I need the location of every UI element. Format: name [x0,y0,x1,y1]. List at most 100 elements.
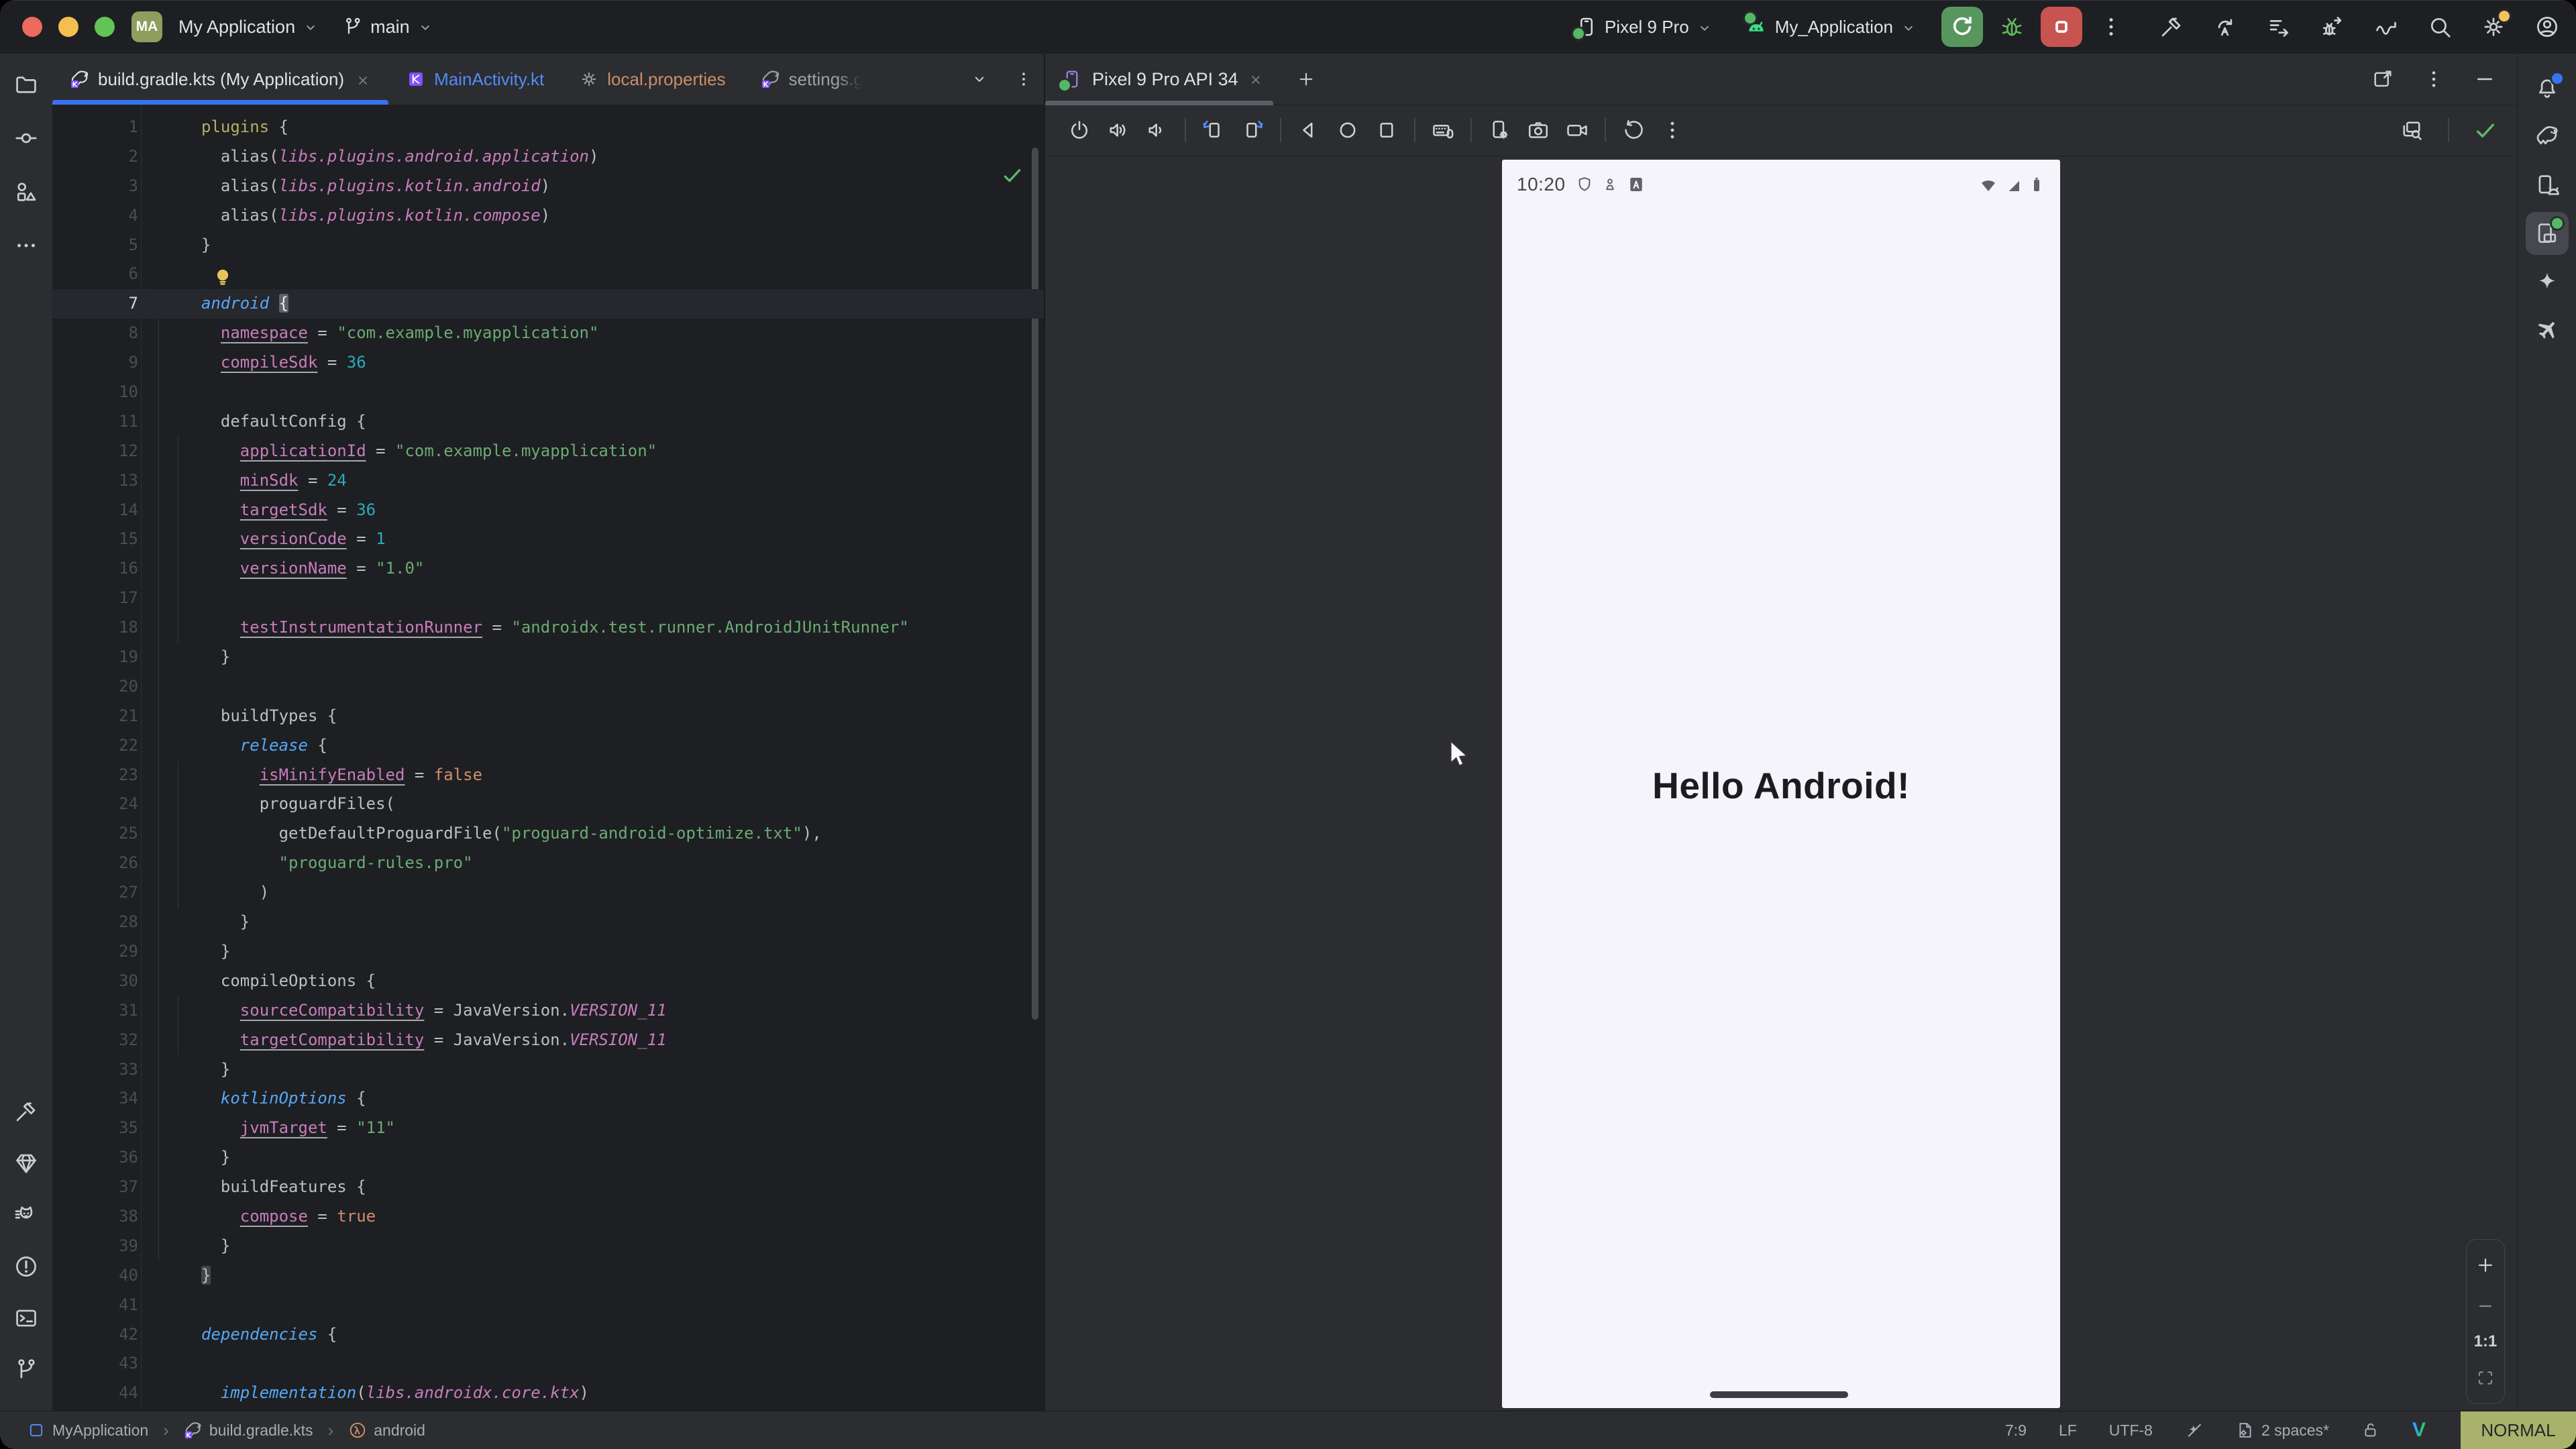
ui-check-button[interactable] [2396,114,2428,146]
tool-window-build-hammer-button[interactable] [5,1090,48,1133]
more-vert-button[interactable] [1658,115,1687,145]
add-device-tab-button[interactable] [1292,68,1320,90]
hardware-input-button[interactable] [1428,115,1458,145]
code-line[interactable]: 37 buildFeatures { [52,1173,1044,1202]
code-line[interactable]: 15 versionCode = 1 [52,525,1044,554]
code-line[interactable]: 1plugins { [52,113,1044,142]
code-line[interactable]: 19 } [52,643,1044,672]
run-configuration-selector[interactable]: My_Application [1737,9,1924,44]
profiler-button[interactable] [2369,10,2403,44]
code-line[interactable]: 38 compose = true [52,1202,1044,1232]
code-line[interactable]: 20 [52,672,1044,702]
apply-changes-button[interactable] [2208,10,2242,44]
status-ai-code-completion[interactable] [2181,1420,2208,1440]
editor-tab-MainActivity.kt[interactable]: MainActivity.kt [388,54,561,105]
volume-up-button[interactable] [1104,115,1133,145]
code-line[interactable]: 40} [52,1261,1044,1291]
branch-selector[interactable]: main [335,11,441,44]
rotate-left-button[interactable] [1199,115,1228,145]
build-hammer-button[interactable] [2155,10,2188,44]
close-device-tab-icon[interactable] [1248,69,1264,90]
status-indent-style[interactable]: 2 spaces* [2232,1420,2333,1440]
code-line[interactable]: 29 } [52,937,1044,967]
zoom-reset-button[interactable]: 1:1 [2470,1332,2502,1352]
code-line[interactable]: 25 getDefaultProguardFile("proguard-andr… [52,819,1044,849]
status-file-encoding[interactable]: UTF-8 [2105,1421,2157,1440]
code-line[interactable]: 33 } [52,1055,1044,1085]
intention-bulb[interactable] [211,262,235,292]
code-line[interactable]: 32 targetCompatibility = JavaVersion.VER… [52,1026,1044,1055]
status-read-only-toggle[interactable] [2357,1420,2384,1440]
search-button[interactable] [2423,10,2457,44]
code-line[interactable]: 43 [52,1349,1044,1379]
tool-window-terminal-button[interactable] [5,1297,48,1340]
code-line[interactable]: 27 ) [52,878,1044,908]
tool-window-version-control-button[interactable] [5,1348,48,1391]
editor-tab-build.gradle.kts[interactable]: build.gradle.kts (My Application) [52,54,388,105]
zoom-out-button[interactable] [2471,1291,2500,1321]
vim-mode-badge[interactable]: NORMAL [2461,1411,2576,1449]
account-button[interactable] [2530,10,2564,44]
code-line[interactable]: 18 testInstrumentationRunner = "androidx… [52,613,1044,643]
code-line[interactable]: 36 } [52,1143,1044,1173]
code-line[interactable]: 17 [52,584,1044,613]
apply-code-button[interactable] [2262,10,2296,44]
rerun-app-button[interactable] [1941,7,1983,47]
hide-button[interactable] [2469,64,2500,95]
editor-tab-local.properties[interactable]: local.properties [561,54,743,105]
volume-down-button[interactable] [1142,115,1172,145]
check-button[interactable] [2469,114,2502,146]
tool-window-gem-button[interactable] [5,1142,48,1185]
code-line[interactable]: 42dependencies { [52,1320,1044,1350]
editor-tab-settings.g[interactable]: settings.g [743,54,881,105]
device-settings-button[interactable] [1485,115,1514,145]
status-line-separator[interactable]: LF [2055,1421,2081,1440]
tool-window-commit-button[interactable] [5,117,48,160]
hidden-tabs-dropdown[interactable] [966,66,993,93]
code-line[interactable]: 5} [52,231,1044,260]
code-line[interactable]: 23 isMinifyEnabled = false [52,761,1044,790]
screen-record-button[interactable] [1562,115,1592,145]
tool-window-more-horiz-button[interactable] [5,224,48,267]
gesture-navigation-pill[interactable] [1710,1391,1848,1398]
attach-debugger-button[interactable] [2316,10,2349,44]
tool-window-airplane-button[interactable] [2526,309,2569,352]
close-x-icon[interactable] [355,72,371,89]
back-button[interactable] [1294,115,1324,145]
code-line[interactable]: 28 } [52,908,1044,937]
device-tab[interactable]: Pixel 9 Pro API 34 [1045,68,1279,91]
more-run-options-button[interactable] [2096,11,2127,42]
tool-window-device-manager-button[interactable] [2526,164,2569,207]
snapshots-button[interactable] [1619,115,1648,145]
code-line[interactable]: 11 defaultConfig { [52,407,1044,437]
tool-window-project-folder-button[interactable] [5,63,48,106]
code-line[interactable]: 8 namespace = "com.example.myapplication… [52,319,1044,348]
device-screen[interactable]: 10:20 Hello Android! [1502,160,2060,1408]
code-line[interactable]: 14 targetSdk = 36 [52,496,1044,525]
code-line[interactable]: 7android { [52,289,1044,319]
open-in-window-button[interactable] [2367,64,2398,95]
breadcrumb-item-android[interactable]: android [344,1420,429,1440]
code-line[interactable]: 6 [52,260,1044,289]
debug-app-button[interactable] [1996,11,2027,42]
more-vert-button[interactable] [2418,64,2449,95]
close-tab-icon[interactable] [355,69,371,90]
settings-gear-button[interactable] [2477,10,2510,44]
screenshot-button[interactable] [1523,115,1553,145]
tool-window-problems-button[interactable] [5,1245,48,1288]
stop-app-button[interactable] [2041,7,2082,47]
code-line[interactable]: 31 sourceCompatibility = JavaVersion.VER… [52,996,1044,1026]
zoom-window-button[interactable] [95,17,115,37]
home-button[interactable] [1333,115,1362,145]
breadcrumb-item-build.gradle.kts[interactable]: build.gradle.kts [180,1420,317,1440]
fit-to-window-button[interactable] [2471,1363,2500,1393]
code-line[interactable]: 24 proguardFiles( [52,790,1044,819]
code-line[interactable]: 39 } [52,1232,1044,1261]
status-ideavim[interactable]: V [2408,1418,2430,1442]
status-caret-position[interactable]: 7:9 [2001,1421,2031,1440]
code-editor[interactable]: 1plugins {2 alias(libs.plugins.android.a… [52,105,1044,1411]
tool-window-running-devices-button[interactable] [2526,212,2569,255]
close-window-button[interactable] [22,17,42,37]
code-line[interactable]: 34 kotlinOptions { [52,1084,1044,1114]
code-line[interactable]: 41 [52,1291,1044,1320]
